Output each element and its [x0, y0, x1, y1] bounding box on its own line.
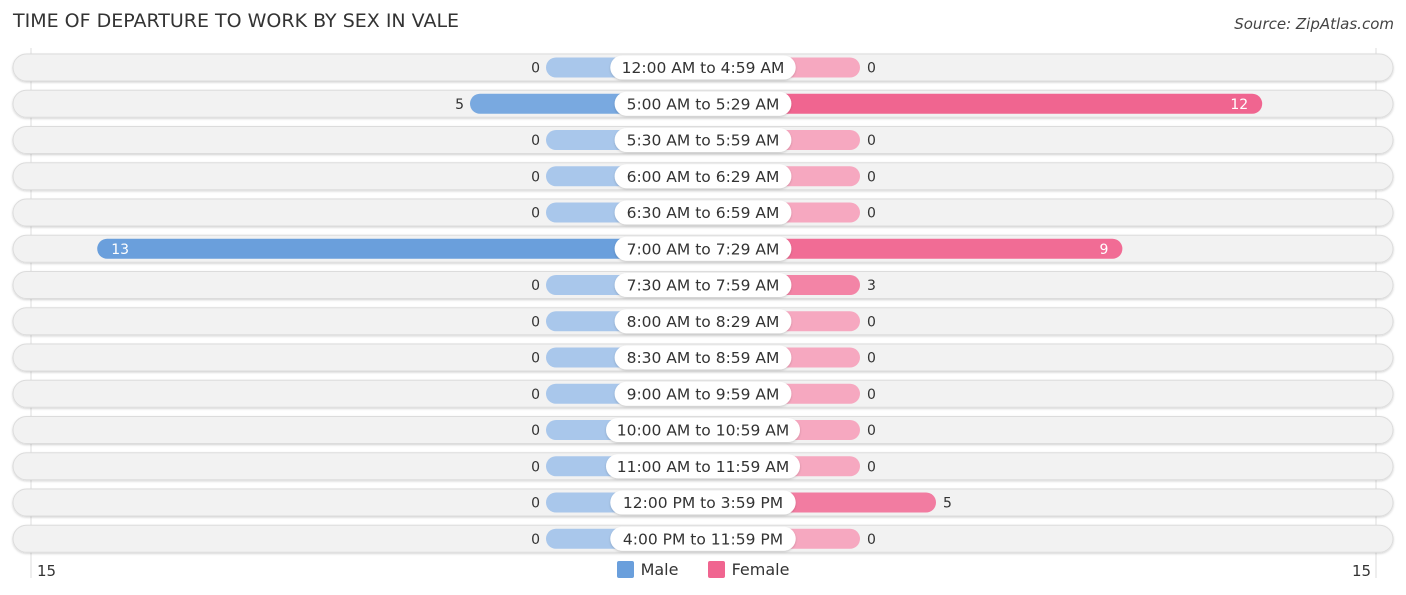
table-row[interactable]: 12:00 AM to 4:59 AM 0 0: [12, 53, 1394, 82]
table-row[interactable]: 8:30 AM to 8:59 AM 0 0: [12, 343, 1394, 372]
value-label-female: 0: [867, 459, 876, 475]
table-row[interactable]: 5:00 AM to 5:29 AM 5 12: [12, 89, 1394, 118]
value-label-female: 0: [867, 423, 876, 439]
value-label-female: 0: [867, 206, 876, 222]
value-label-male: 5: [455, 97, 464, 113]
value-label-female: 0: [867, 351, 876, 367]
table-row[interactable]: 7:00 AM to 7:29 AM 13 9: [12, 234, 1394, 263]
value-label-male: 0: [531, 351, 540, 367]
value-label-female: 0: [867, 314, 876, 330]
value-label-male: 0: [531, 459, 540, 475]
value-label-female: 9: [1099, 242, 1108, 258]
legend-swatch-female: [707, 561, 725, 578]
table-row[interactable]: 4:00 PM to 11:59 PM 0 0: [12, 524, 1394, 553]
table-row[interactable]: 8:00 AM to 8:29 AM 0 0: [12, 307, 1394, 336]
table-row[interactable]: 6:30 AM to 6:59 AM 0 0: [12, 198, 1394, 227]
table-row[interactable]: 9:00 AM to 9:59 AM 0 0: [12, 379, 1394, 408]
value-label-female: 0: [867, 387, 876, 403]
table-row[interactable]: 5:30 AM to 5:59 AM 0 0: [12, 126, 1394, 154]
legend-label-male: Male: [640, 560, 679, 579]
legend-item-male[interactable]: Male: [616, 560, 679, 579]
value-label-male: 0: [531, 169, 540, 185]
value-label-female: 5: [943, 496, 952, 512]
legend: Male Female: [0, 560, 1406, 582]
value-label-female: 0: [867, 133, 876, 149]
category-label: 9:00 AM to 9:59 AM: [627, 385, 780, 403]
category-label: 4:00 PM to 11:59 PM: [623, 530, 783, 548]
chart-canvas: 12:00 AM to 4:59 AM0 05:00 AM to 5:29 AM5…: [12, 48, 1394, 578]
legend-item-female[interactable]: Female: [707, 560, 790, 579]
value-label-male: 0: [531, 532, 540, 548]
table-row[interactable]: 10:00 AM to 10:59 AM 0 0: [12, 416, 1394, 444]
value-label-female: 0: [867, 532, 876, 548]
table-row[interactable]: 11:00 AM to 11:59 AM 0 0: [12, 452, 1394, 481]
value-label-male: 0: [531, 278, 540, 294]
legend-swatch-male: [616, 561, 634, 578]
value-label-male: 13: [111, 242, 129, 258]
category-label: 8:00 AM to 8:29 AM: [627, 313, 780, 331]
category-label: 7:30 AM to 7:59 AM: [627, 277, 780, 295]
category-label: 12:00 PM to 3:59 PM: [623, 494, 783, 512]
category-label: 5:00 AM to 5:29 AM: [627, 95, 780, 113]
value-label-male: 0: [531, 61, 540, 77]
category-label: 12:00 AM to 4:59 AM: [622, 59, 785, 77]
category-label: 8:30 AM to 8:59 AM: [627, 349, 780, 367]
category-label: 11:00 AM to 11:59 AM: [617, 458, 790, 476]
value-label-female: 0: [867, 61, 876, 77]
value-label-male: 0: [531, 133, 540, 149]
value-label-female: 3: [867, 278, 876, 294]
legend-label-female: Female: [731, 560, 790, 579]
category-label: 6:30 AM to 6:59 AM: [627, 204, 780, 222]
table-row[interactable]: 12:00 PM to 3:59 PM 0 5: [12, 488, 1394, 517]
category-label: 7:00 AM to 7:29 AM: [627, 240, 780, 258]
category-label: 10:00 AM to 10:59 AM: [617, 422, 790, 440]
bar-male[interactable]: [97, 238, 703, 259]
value-label-male: 0: [531, 423, 540, 439]
category-label: 5:30 AM to 5:59 AM: [627, 132, 780, 150]
value-label-male: 0: [531, 496, 540, 512]
category-label: 6:00 AM to 6:29 AM: [627, 168, 780, 186]
value-label-female: 12: [1230, 97, 1248, 113]
value-label-male: 0: [531, 387, 540, 403]
value-label-female: 0: [867, 169, 876, 185]
table-row[interactable]: 6:00 AM to 6:29 AM 0 0: [12, 162, 1394, 191]
value-label-male: 0: [531, 206, 540, 222]
value-label-male: 0: [531, 314, 540, 330]
table-row[interactable]: 7:30 AM to 7:59 AM 0 3: [12, 271, 1394, 299]
